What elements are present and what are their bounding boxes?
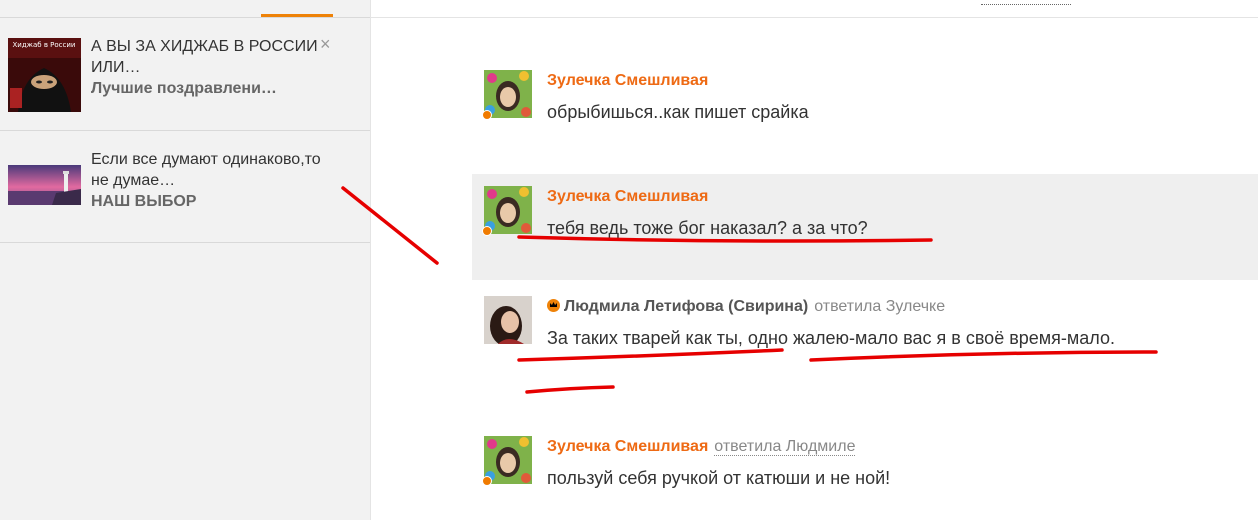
comment-text: тебя ведь тоже бог наказал? а за что? [547, 218, 868, 238]
header-divider [371, 17, 1258, 18]
user-avatar[interactable] [484, 436, 532, 484]
notification-item[interactable]: Если все думают одинаково,то не думае… Н… [0, 130, 370, 243]
author-name[interactable]: Людмила Летифова (Свирина) [564, 298, 808, 315]
comment-text: За таких тварей как ты, одно жалею-мало … [547, 328, 1116, 348]
header-dotted-link[interactable] [981, 0, 1071, 5]
notification-text[interactable]: А ВЫ ЗА ХИДЖАБ В РОССИИ ИЛИ… Лучшие позд… [91, 36, 321, 99]
user-avatar[interactable] [484, 70, 532, 118]
replied-to-label[interactable]: ответила Людмиле [714, 438, 856, 456]
crown-icon [547, 299, 560, 312]
notification-source[interactable]: Лучшие поздравлени… [91, 78, 321, 99]
comment-author[interactable]: Людмила Летифова (Свирина) ответила Зулеч… [547, 298, 945, 316]
notification-title[interactable]: А ВЫ ЗА ХИДЖАБ В РОССИИ ИЛИ… [91, 36, 321, 78]
online-status-icon [482, 476, 492, 486]
online-status-icon [482, 226, 492, 236]
close-icon[interactable]: × [320, 34, 331, 55]
hijab-thumbnail: Хиджаб в России [8, 38, 81, 112]
replied-to-label[interactable]: ответила Зулечке [814, 298, 945, 315]
svg-text:Хиджаб в России: Хиджаб в России [13, 41, 76, 49]
comment-text: пользуй себя ручкой от катюши и не ной! [547, 468, 891, 488]
user-avatar[interactable] [484, 186, 532, 234]
user-avatar[interactable] [484, 296, 532, 344]
comment-item: Зулечка Смешливая ответила Людмиле пользу… [472, 420, 1258, 510]
comment-author[interactable]: Зулечка Смешливая ответила Людмиле [547, 438, 856, 456]
lighthouse-sunset-thumbnail [8, 165, 81, 205]
notifications-sidebar: Хиджаб в России А ВЫ ЗА ХИДЖАБ В РОССИИ … [0, 0, 371, 520]
notification-item[interactable]: Хиджаб в России А ВЫ ЗА ХИДЖАБ В РОССИИ … [0, 17, 370, 131]
notification-title[interactable]: Если все думают одинаково,то не думае… [91, 149, 321, 191]
notification-text[interactable]: Если все думают одинаково,то не думае… Н… [91, 149, 321, 212]
comment-author[interactable]: Зулечка Смешливая [547, 188, 708, 206]
notification-source[interactable]: НАШ ВЫБОР [91, 191, 321, 212]
comment-item: Людмила Летифова (Свирина) ответила Зулеч… [472, 284, 1258, 404]
comment-item: Зулечка Смешливая обрыбишься..как пишет … [472, 58, 1258, 158]
comment-text: обрыбишься..как пишет срайка [547, 102, 809, 122]
comment-author[interactable]: Зулечка Смешливая [547, 72, 708, 90]
comment-item-highlighted: Зулечка Смешливая тебя ведь тоже бог нак… [472, 174, 1258, 280]
author-name[interactable]: Зулечка Смешливая [547, 438, 708, 455]
online-status-icon [482, 110, 492, 120]
